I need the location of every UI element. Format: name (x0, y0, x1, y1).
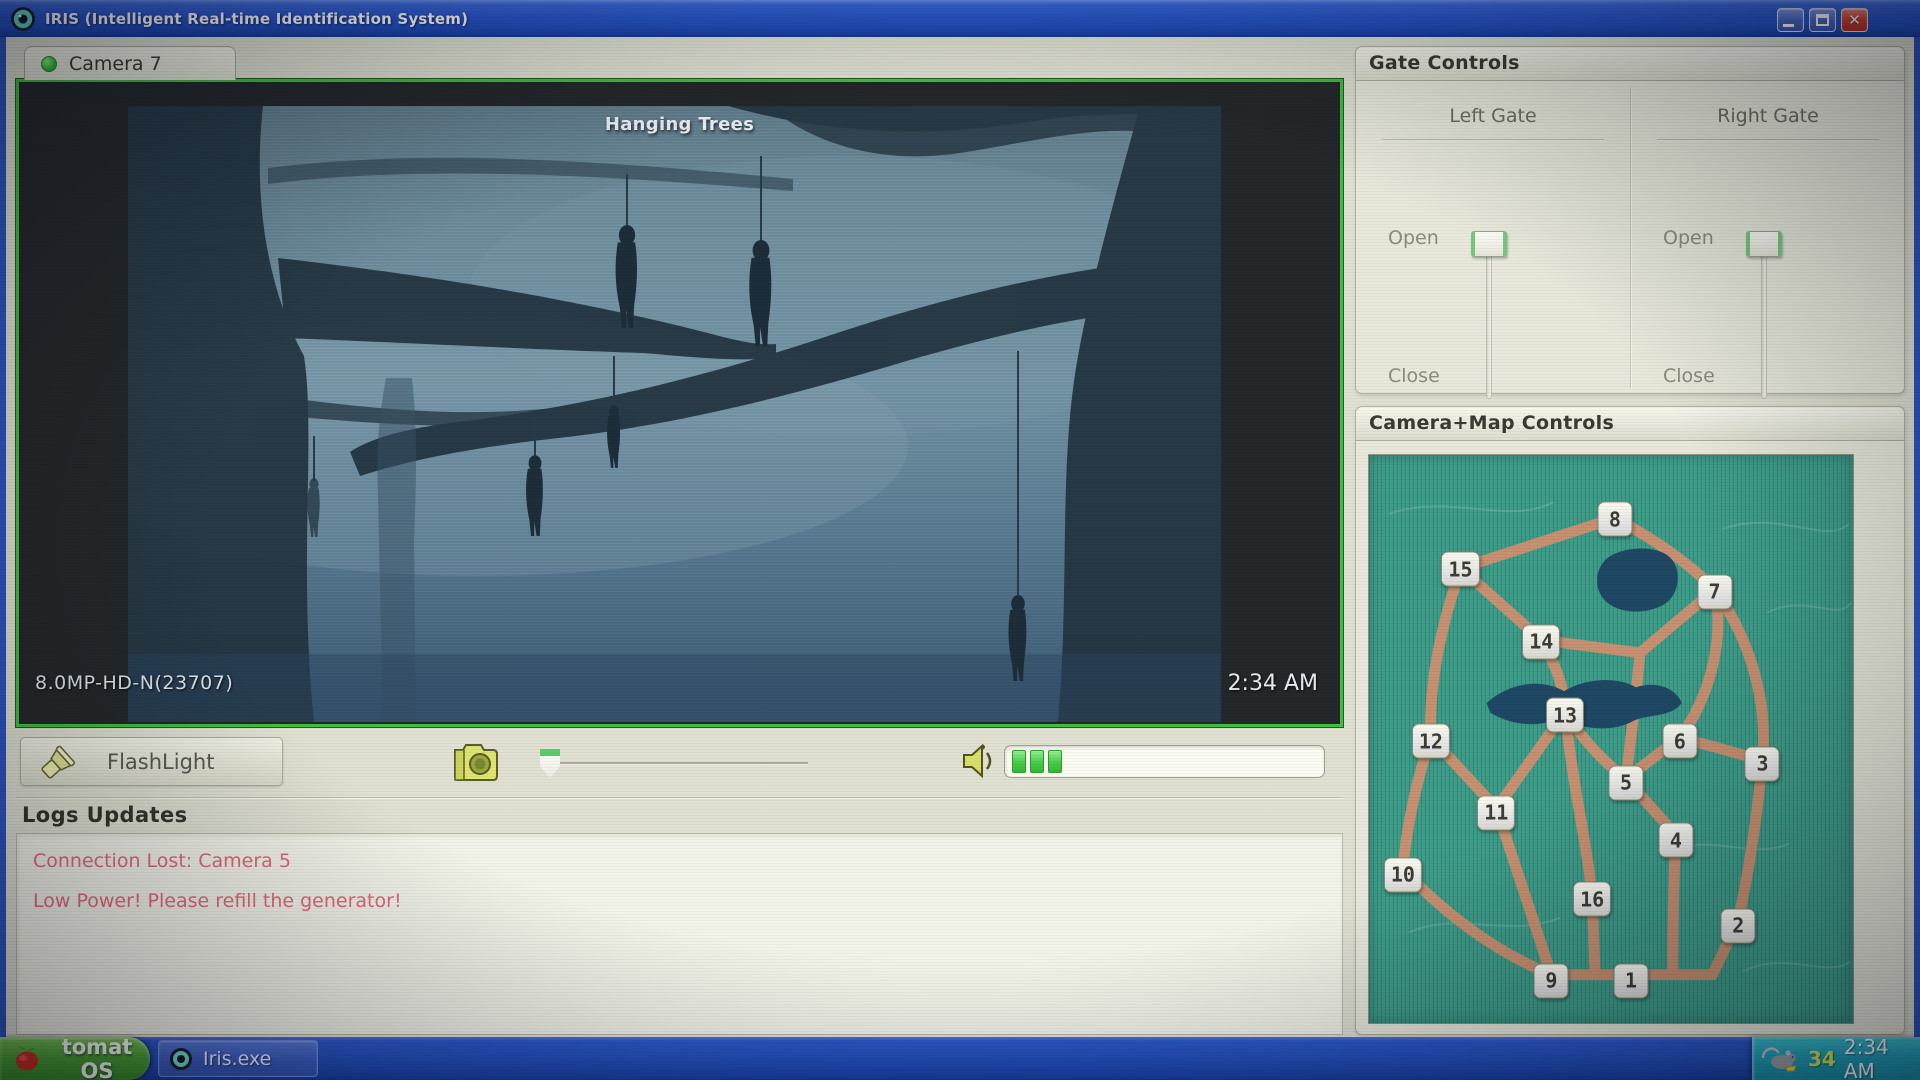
left-gate-slider-thumb[interactable] (1471, 231, 1507, 257)
toolbar-divider (16, 797, 1343, 799)
iris-eye-icon-small (169, 1047, 193, 1071)
speaker-icon (958, 739, 1000, 783)
log-entry: Low Power! Please refill the generator! (33, 890, 1326, 912)
map-camera-button-12[interactable]: 12 (1412, 724, 1450, 759)
right-gate-slider-thumb[interactable] (1746, 231, 1782, 257)
camera-tab-label: Camera 7 (69, 53, 162, 75)
titlebar: IRIS (Intelligent Real-time Identificati… (0, 0, 1920, 37)
map-camera-buttons: 8 15 7 14 13 12 6 3 5 11 4 10 16 2 9 1 (1369, 455, 1853, 1023)
power-meter (1004, 745, 1325, 778)
taskbar: tomat OS Iris.exe 34 2:34 AM (0, 1037, 1920, 1080)
flashlight-button[interactable]: FlashLight (20, 737, 283, 786)
taskbar-task-iris[interactable]: Iris.exe (158, 1040, 318, 1077)
map-camera-button-15[interactable]: 15 (1441, 552, 1479, 587)
minimize-icon (1783, 24, 1794, 27)
power-segment (1030, 750, 1044, 773)
left-gate-slider-track[interactable] (1486, 255, 1492, 399)
tray-clock: 2:34 AM (1844, 1035, 1920, 1080)
right-gate-slider[interactable] (1745, 231, 1783, 399)
camera-feed-panel: Hanging Trees 8.0MP-HD-N(23707) 2:34 AM (16, 79, 1343, 727)
map-camera-button-14[interactable]: 14 (1522, 624, 1560, 659)
map-camera-button-16[interactable]: 16 (1573, 882, 1611, 917)
camera-map-header: Camera+Map Controls (1356, 407, 1904, 441)
camera-clock: 2:34 AM (1228, 671, 1318, 696)
left-gate-close-label: Close (1388, 365, 1440, 387)
map-camera-button-8[interactable]: 8 (1597, 502, 1632, 537)
left-gate-slider[interactable] (1470, 231, 1508, 399)
hanging-trees-scene (128, 106, 1221, 722)
right-gate-close-label: Close (1663, 365, 1715, 387)
right-gate-slider-track[interactable] (1761, 255, 1767, 399)
right-gate-title: Right Gate (1631, 105, 1905, 127)
maximize-icon (1816, 14, 1829, 26)
camera-map-panel: Camera+Map Controls (1355, 406, 1905, 1035)
close-button[interactable]: ✕ (1841, 8, 1868, 32)
right-gate-open-label: Open (1663, 227, 1714, 249)
task-label: Iris.exe (203, 1048, 271, 1070)
rat-icon (1760, 1043, 1800, 1075)
iris-eye-icon (10, 6, 36, 32)
tray-counter: 34 (1808, 1047, 1836, 1071)
flashlight-icon (35, 742, 81, 782)
zoom-slider-track[interactable] (544, 762, 808, 765)
map-camera-button-11[interactable]: 11 (1477, 795, 1515, 830)
map-camera-button-3[interactable]: 3 (1745, 746, 1780, 781)
system-tray: 34 2:34 AM (1752, 1037, 1920, 1080)
client-area: Camera 7 (6, 37, 1914, 1037)
close-icon: ✕ (1848, 11, 1861, 29)
left-gate-control: Left Gate Open Close (1356, 81, 1630, 394)
logs-box: Connection Lost: Camera 5 Low Power! Plea… (16, 833, 1343, 1035)
screen: IRIS (Intelligent Real-time Identificati… (0, 0, 1920, 1080)
left-gate-open-label: Open (1388, 227, 1439, 249)
start-button[interactable]: tomat OS (0, 1037, 150, 1080)
flashlight-label: FlashLight (107, 750, 214, 774)
right-gate-control: Right Gate Open Close (1631, 81, 1905, 394)
start-label: tomat OS (50, 1035, 144, 1080)
power-segment (1012, 750, 1026, 773)
scene-title: Hanging Trees (605, 114, 754, 135)
map-camera-button-6[interactable]: 6 (1662, 724, 1697, 759)
right-gate-rule (1657, 139, 1879, 141)
map-camera-button-10[interactable]: 10 (1384, 857, 1422, 892)
gate-controls-header: Gate Controls (1356, 47, 1904, 81)
window-title: IRIS (Intelligent Real-time Identificati… (45, 10, 468, 28)
map-camera-button-1[interactable]: 1 (1613, 963, 1648, 998)
tomato-icon (12, 1044, 42, 1074)
map-camera-button-13[interactable]: 13 (1546, 698, 1584, 733)
map-camera-button-7[interactable]: 7 (1697, 574, 1732, 609)
log-entry: Connection Lost: Camera 5 (33, 850, 1326, 872)
map: 8 15 7 14 13 12 6 3 5 11 4 10 16 2 9 1 (1368, 454, 1854, 1024)
minimize-button[interactable] (1777, 8, 1804, 32)
zoom-slider[interactable] (542, 747, 808, 783)
camera-online-dot (41, 56, 57, 72)
gate-controls-panel: Gate Controls Left Gate Open Close Right… (1355, 46, 1905, 394)
map-camera-button-2[interactable]: 2 (1721, 908, 1756, 943)
map-camera-button-4[interactable]: 4 (1658, 823, 1693, 858)
map-camera-button-9[interactable]: 9 (1534, 963, 1569, 998)
map-camera-button-5[interactable]: 5 (1609, 765, 1644, 800)
tab-camera-7[interactable]: Camera 7 (24, 46, 236, 80)
left-gate-rule (1382, 139, 1604, 141)
power-segment (1048, 750, 1062, 773)
camera-video (128, 106, 1221, 722)
zoom-slider-thumb[interactable] (540, 749, 560, 778)
maximize-button[interactable] (1809, 8, 1836, 32)
camera-sensor-label: 8.0MP-HD-N(23707) (35, 672, 233, 694)
logs-header: Logs Updates (22, 803, 188, 827)
left-gate-title: Left Gate (1356, 105, 1630, 127)
camera-zoom-icon (447, 740, 501, 784)
